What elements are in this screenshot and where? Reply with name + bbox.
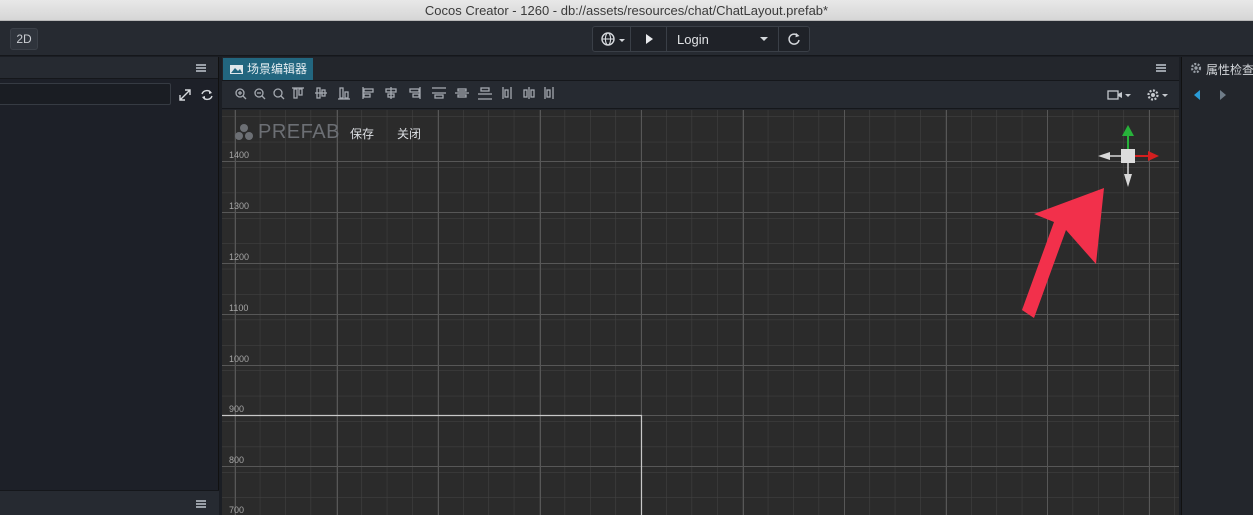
play-button[interactable]	[631, 27, 667, 51]
window-title: Cocos Creator - 1260 - db://assets/resou…	[424, 3, 829, 18]
distribute-top-icon[interactable]	[432, 87, 446, 99]
align-vcenter-icon[interactable]	[315, 87, 327, 99]
distribute-hcenter-icon[interactable]	[523, 87, 535, 99]
preview-controls: Login	[592, 26, 810, 52]
align-top-icon[interactable]	[292, 87, 304, 99]
tab-scene-editor[interactable]: 场景编辑器	[223, 58, 313, 80]
distribute-vcenter-icon[interactable]	[455, 88, 469, 98]
platform-globe-button[interactable]	[593, 27, 631, 51]
panel-menu-icon[interactable]	[196, 500, 206, 508]
distribute-left-icon[interactable]	[502, 87, 512, 99]
scene-toolbar	[222, 81, 1179, 109]
x-axis-arrow-icon[interactable]	[1148, 151, 1159, 161]
window-title-bar: Cocos Creator - 1260 - db://assets/resou…	[0, 0, 1253, 21]
y-axis-label: 900	[229, 404, 245, 414]
tab-scene-editor-label: 场景编辑器	[247, 62, 308, 76]
globe-icon	[601, 32, 625, 46]
refresh-icon[interactable]	[200, 88, 214, 102]
hierarchy-search-input[interactable]	[0, 83, 171, 105]
prefab-mode-label: PREFAB	[258, 121, 340, 143]
camera-icon[interactable]	[1106, 87, 1132, 103]
scene-viewport[interactable]: PREFAB 保存 关闭 1400 1300 1200 1100 1000 90…	[222, 110, 1179, 515]
gear-icon[interactable]	[1145, 87, 1171, 103]
y-axis-label: 700	[229, 505, 245, 515]
back-arrow-icon[interactable]	[1191, 89, 1203, 101]
expand-icon[interactable]	[178, 88, 192, 102]
align-left-icon[interactable]	[362, 87, 374, 99]
scene-tab-bar: 场景编辑器	[222, 57, 1179, 81]
close-button[interactable]: 关闭	[397, 125, 421, 142]
scene-icon	[230, 65, 243, 74]
refresh-button[interactable]	[779, 27, 809, 51]
play-icon	[646, 34, 653, 44]
inspector-title: 属性检查	[1206, 63, 1253, 77]
distribute-right-icon[interactable]	[544, 87, 554, 99]
scene-editor-panel: 场景编辑器 PREFAB 保存 关闭 1400 1300 1200 1100 1…	[222, 57, 1179, 515]
refresh-icon	[788, 33, 800, 45]
zoom-in-icon[interactable]	[235, 88, 247, 100]
platform-select[interactable]: Login	[667, 27, 779, 51]
move-handle[interactable]	[1121, 149, 1135, 163]
align-right-icon[interactable]	[409, 87, 421, 99]
zoom-out-icon[interactable]	[254, 88, 266, 100]
y-axis-label: 1100	[229, 303, 249, 313]
scene-tool-icons	[235, 87, 554, 100]
save-button[interactable]: 保存	[350, 125, 374, 142]
y-axis-label: 1200	[229, 252, 250, 262]
y-axis-label: 1300	[229, 201, 250, 211]
align-bottom-icon[interactable]	[338, 87, 350, 100]
forward-arrow-icon[interactable]	[1217, 89, 1229, 101]
y-axis-label: 1000	[229, 354, 250, 364]
distribute-bottom-icon[interactable]	[478, 87, 492, 100]
mode-2d-button[interactable]: 2D	[10, 28, 38, 50]
assets-panel-header	[0, 490, 219, 515]
y-axis-label: 800	[229, 455, 245, 465]
panel-menu-icon[interactable]	[196, 64, 206, 72]
align-hcenter-icon[interactable]	[385, 87, 397, 99]
zoom-reset-icon[interactable]	[273, 88, 285, 100]
hierarchy-panel-header	[0, 57, 218, 79]
inspector-panel: 属性检查	[1181, 57, 1253, 515]
y-axis-arrow-icon[interactable]	[1122, 125, 1134, 136]
panel-menu-icon[interactable]	[1156, 64, 1166, 72]
gear-icon	[1190, 62, 1202, 74]
main-toolbar: 2D Login	[0, 21, 1253, 56]
annotation-arrow-icon	[1022, 188, 1104, 318]
chevron-down-icon	[760, 37, 768, 41]
y-axis-label: 1400	[229, 150, 250, 160]
prefab-icon	[235, 124, 253, 140]
hierarchy-panel	[0, 57, 219, 515]
